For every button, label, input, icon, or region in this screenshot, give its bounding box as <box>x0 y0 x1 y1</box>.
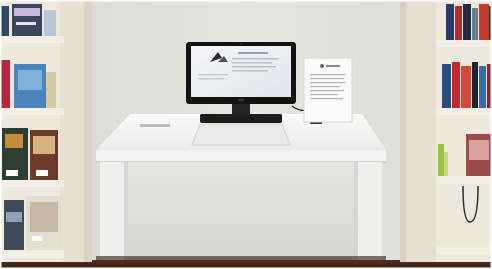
photo-canvas <box>0 0 492 269</box>
library-kiosk-photo <box>0 0 492 269</box>
left-bookshelf <box>0 0 92 262</box>
info-sign <box>303 57 353 123</box>
desk-small-device <box>140 124 170 127</box>
right-bookshelf <box>400 0 492 262</box>
nfc-pad[interactable] <box>191 123 291 146</box>
